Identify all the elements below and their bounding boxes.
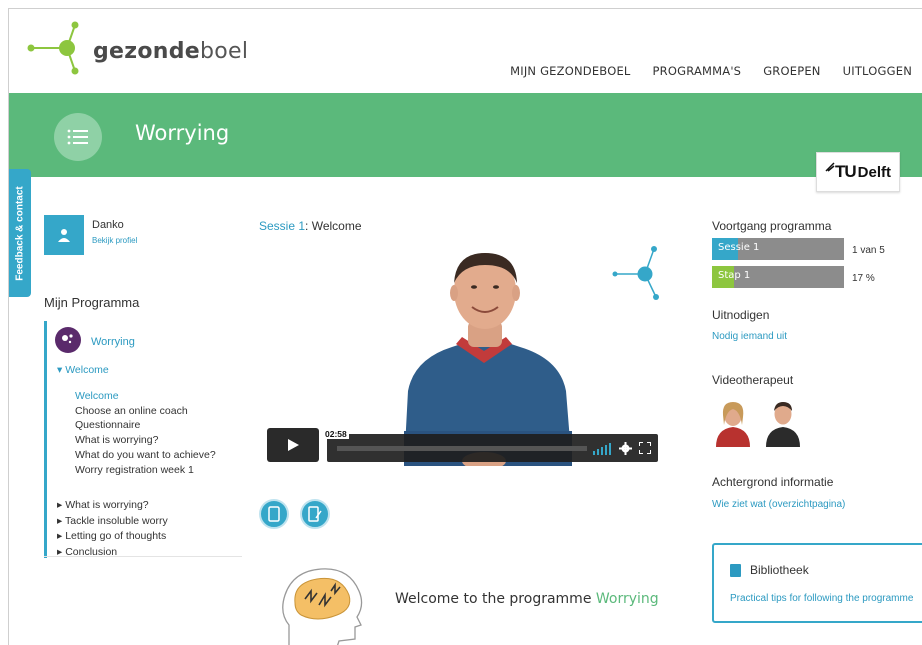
session-tools (259, 499, 330, 529)
my-program-heading: Mijn Programma (44, 295, 140, 310)
therapist-man-avatar[interactable] (762, 399, 804, 447)
list-menu-icon (67, 129, 88, 145)
library-box: Bibliotheek Practical tips for following… (712, 543, 922, 623)
notebook-pen-icon (308, 506, 322, 522)
session-title: Sessie 1: Welcome (259, 219, 362, 233)
video-progress-track[interactable] (337, 446, 587, 451)
nav-programmas[interactable]: PROGRAMMA'S (653, 64, 742, 78)
list-item[interactable]: Choose an online coach (75, 404, 216, 419)
step-progress-bar: Stap 1 (712, 266, 844, 288)
library-link[interactable]: Practical tips for following the program… (730, 593, 913, 604)
divider (44, 556, 242, 557)
therapist-woman-avatar[interactable] (712, 399, 754, 447)
library-title: Bibliotheek (750, 563, 809, 577)
list-item[interactable]: What is worrying? (75, 433, 216, 448)
session-progress-label: Sessie 1 (718, 242, 760, 253)
video-player[interactable] (334, 241, 634, 466)
play-icon (288, 439, 299, 451)
list-item[interactable]: What do you want to achieve? (75, 448, 216, 463)
tablet-icon (268, 506, 280, 522)
top-navigation: MIJN GEZONDEBOEL PROGRAMMA'S GROEPEN UIT… (510, 64, 912, 78)
program-tree: Worrying ▾ Welcome Welcome Choose an onl… (44, 321, 239, 558)
fullscreen-icon[interactable] (639, 442, 651, 454)
presenter-image (404, 253, 572, 466)
tu-delft-mark: TU (825, 162, 857, 182)
nav-groepen[interactable]: GROEPEN (763, 64, 820, 78)
tu-delft-logo: TU Delft (816, 152, 900, 192)
program-icon (55, 327, 81, 353)
week-item[interactable]: ▸ What is worrying? (57, 498, 168, 514)
invite-heading: Uitnodigen (712, 308, 770, 322)
nav-mijn-gezondeboel[interactable]: MIJN GEZONDEBOEL (510, 64, 630, 78)
user-icon (58, 229, 70, 242)
gear-icon[interactable] (619, 442, 632, 455)
week-item[interactable]: ▸ Letting go of thoughts (57, 529, 168, 545)
tablet-button[interactable] (259, 499, 289, 529)
week-item[interactable]: ▸ Tackle insoluble worry (57, 514, 168, 530)
site-logo[interactable]: gezondeboel (23, 17, 248, 81)
welcome-heading: Welcome to the programme Worrying (395, 591, 659, 607)
current-week-items: Welcome Choose an online coach Questionn… (75, 389, 216, 477)
other-weeks: ▸ What is worrying? ▸ Tackle insoluble w… (57, 498, 168, 560)
flame-icon (825, 162, 835, 172)
notebook-button[interactable] (300, 499, 330, 529)
nav-uitloggen[interactable]: UITLOGGEN (843, 64, 912, 78)
session-progress-bar: Sessie 1 (712, 238, 844, 260)
step-progress-label: Stap 1 (718, 270, 751, 281)
week-item[interactable]: ▸ Conclusion (57, 545, 168, 561)
logo-text: gezondeboel (93, 39, 249, 64)
progress-heading: Voortgang programma (712, 219, 832, 233)
list-item[interactable]: Welcome (75, 389, 216, 404)
video-time: 02:58 (323, 429, 349, 439)
background-info-heading: Achtergrond informatie (712, 475, 834, 489)
session-progress-value: 1 van 5 (852, 245, 885, 256)
avatar[interactable] (44, 215, 84, 255)
profile-name: Danko (92, 219, 124, 231)
video-controls (327, 434, 658, 462)
view-profile-link[interactable]: Bekijk profiel (92, 236, 137, 245)
menu-button[interactable] (54, 113, 102, 161)
book-icon (730, 564, 741, 577)
videotherapist-heading: Videotherapeut (712, 373, 794, 387)
program-link[interactable]: Worrying (91, 336, 135, 348)
invite-link[interactable]: Nodig iemand uit (712, 331, 787, 342)
list-item[interactable]: Worry registration week 1 (75, 463, 216, 478)
list-item[interactable]: Questionnaire (75, 418, 216, 433)
play-button[interactable] (267, 428, 319, 462)
step-progress-value: 17 % (852, 273, 875, 284)
program-title: Worrying (135, 121, 230, 145)
page-frame: gezondeboel MIJN GEZONDEBOEL PROGRAMMA'S… (8, 8, 922, 645)
worry-bubbles-icon (62, 334, 73, 344)
brain-head-illustration (282, 568, 363, 645)
program-banner: Worrying (9, 93, 922, 177)
background-info-link[interactable]: Wie ziet wat (overzichtpagina) (712, 499, 845, 510)
current-week-item[interactable]: ▾ Welcome (57, 364, 109, 376)
feedback-contact-tab[interactable]: Feedback & contact (9, 169, 31, 297)
volume-icon[interactable] (593, 443, 611, 455)
